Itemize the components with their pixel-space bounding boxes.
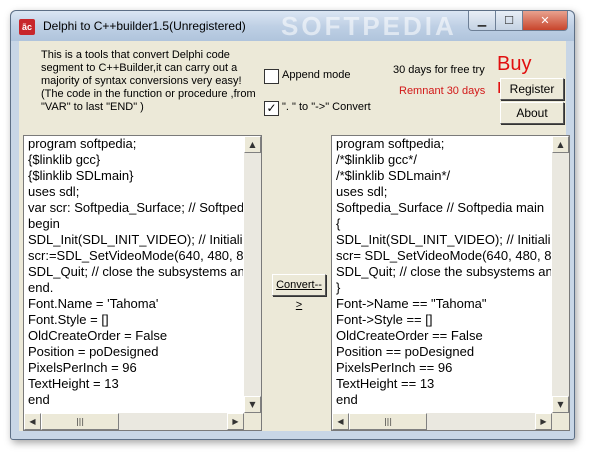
client-area: This is a tools that convert Delphi code… — [19, 41, 570, 431]
code-line: } — [336, 280, 341, 295]
code-line: PixelsPerInch == 96 — [336, 360, 453, 375]
editor-lines[interactable]: program softpedia; /*$linklib gcc*/ /*$l… — [336, 136, 551, 412]
checkmark-icon: ✓ — [266, 101, 277, 115]
arrow-right-icon: ▶ — [232, 417, 239, 426]
code-line: var scr: Softpedia_Surface; // Softpedia… — [28, 200, 243, 215]
scroll-corner — [244, 413, 261, 430]
scroll-right-button[interactable]: ▶ — [535, 413, 552, 430]
code-line: PixelsPerInch = 96 — [28, 360, 137, 375]
code-line: SDL_Init(SDL_INIT_VIDEO); // Initialize — [336, 232, 551, 247]
code-line: TextHeight == 13 — [336, 376, 435, 391]
horizontal-scrollbar[interactable]: ◀ ||| ▶ — [332, 413, 552, 430]
app-icon[interactable]: ãc — [19, 19, 35, 35]
editor-lines[interactable]: program softpedia; {$linklib gcc} {$link… — [28, 136, 243, 412]
cpp-output-editor[interactable]: program softpedia; /*$linklib gcc*/ /*$l… — [331, 135, 570, 431]
code-line: scr:=SDL_SetVideoMode(640, 480, 8, 0); — [28, 248, 243, 263]
caption-buttons: ▁ ☐ ✕ — [468, 11, 568, 31]
description-text: This is a tools that convert Delphi code… — [41, 49, 256, 113]
convert-button-label: Convert--> — [276, 279, 322, 311]
scroll-thumb[interactable]: ||| — [349, 413, 427, 430]
code-line: { — [336, 216, 341, 231]
code-line: /*$linklib SDLmain*/ — [336, 168, 451, 183]
grip-icon: ||| — [75, 417, 85, 426]
code-line: uses sdl; — [28, 184, 80, 199]
watermark-text: SOFTPEDIA — [281, 11, 457, 41]
arrow-right-icon: ▶ — [540, 417, 547, 426]
append-mode-label[interactable]: Append mode — [282, 69, 351, 81]
code-line: SDL_Quit; // close the subsystems and SD… — [336, 264, 551, 279]
code-line: TextHeight = 13 — [28, 376, 119, 391]
code-line: uses sdl; — [336, 184, 388, 199]
arrow-left-icon: ◀ — [337, 417, 344, 426]
arrow-down-icon: ▼ — [557, 400, 564, 409]
arrow-up-icon: ▲ — [249, 140, 256, 149]
scroll-thumb[interactable]: ||| — [41, 413, 119, 430]
code-line: SDL_Quit; // close the subsystems and SD… — [28, 264, 243, 279]
vertical-scrollbar[interactable]: ▲ ▼ — [552, 136, 569, 413]
convert-dot-label[interactable]: ". " to "->" Convert — [282, 101, 371, 113]
code-line: scr= SDL_SetVideoMode(640, 480, 8, 0); — [336, 248, 551, 263]
register-button[interactable]: Register — [500, 78, 564, 100]
code-line: begin — [28, 216, 60, 231]
app-window: ãc Delphi to C++builder1.5(Unregistered)… — [10, 10, 575, 440]
code-line: end. — [28, 280, 54, 295]
scroll-down-button[interactable]: ▼ — [244, 396, 261, 413]
minimize-icon: ▁ — [477, 14, 487, 27]
about-button[interactable]: About — [500, 102, 564, 124]
append-mode-checkbox[interactable] — [264, 69, 279, 84]
horizontal-scrollbar[interactable]: ◀ ||| ▶ — [24, 413, 244, 430]
code-line: {$linklib SDLmain} — [28, 168, 134, 183]
code-line: Font.Style = [] — [28, 312, 109, 327]
grip-icon: ||| — [383, 417, 393, 426]
code-line: program softpedia; — [28, 136, 137, 151]
arrow-down-icon: ▼ — [249, 400, 256, 409]
vertical-scrollbar[interactable]: ▲ ▼ — [244, 136, 261, 413]
convert-dot-checkbox[interactable]: ✓ — [264, 101, 279, 116]
arrow-up-icon: ▲ — [557, 140, 564, 149]
window-title: Delphi to C++builder1.5(Unregistered) — [43, 19, 246, 33]
maximize-button[interactable]: ☐ — [496, 11, 523, 31]
scroll-left-button[interactable]: ◀ — [24, 413, 41, 430]
remnant-days-text: Remnant 30 days — [399, 85, 486, 97]
scroll-right-button[interactable]: ▶ — [227, 413, 244, 430]
code-line: Font.Name = 'Tahoma' — [28, 296, 159, 311]
scroll-up-button[interactable]: ▲ — [244, 136, 261, 153]
arrow-left-icon: ◀ — [29, 417, 36, 426]
code-line: Position == poDesigned — [336, 344, 475, 359]
code-line: {$linklib gcc} — [28, 152, 101, 167]
code-line: program softpedia; — [336, 136, 445, 151]
convert-button[interactable]: Convert--> — [272, 274, 326, 311]
code-line: end — [336, 392, 358, 407]
scroll-up-button[interactable]: ▲ — [552, 136, 569, 153]
code-line: Softpedia_Surface // Softpedia main — [336, 200, 545, 215]
minimize-button[interactable]: ▁ — [468, 11, 496, 31]
code-line: Font->Name == "Tahoma" — [336, 296, 487, 311]
scroll-corner — [552, 413, 569, 430]
code-line: Position = poDesigned — [28, 344, 159, 359]
code-line: end — [28, 392, 50, 407]
scroll-down-button[interactable]: ▼ — [552, 396, 569, 413]
code-line: /*$linklib gcc*/ — [336, 152, 417, 167]
delphi-source-editor[interactable]: program softpedia; {$linklib gcc} {$link… — [23, 135, 262, 431]
trial-days-text: 30 days for free try — [393, 64, 485, 76]
close-button[interactable]: ✕ — [523, 11, 568, 31]
title-bar[interactable]: ãc Delphi to C++builder1.5(Unregistered)… — [11, 11, 574, 41]
scroll-left-button[interactable]: ◀ — [332, 413, 349, 430]
code-line: SDL_Init(SDL_INIT_VIDEO); // Initialize — [28, 232, 243, 247]
code-line: Font->Style == [] — [336, 312, 433, 327]
code-line: OldCreateOrder == False — [336, 328, 483, 343]
close-icon: ✕ — [540, 14, 550, 27]
maximize-icon: ☐ — [504, 14, 514, 27]
code-line: OldCreateOrder = False — [28, 328, 168, 343]
